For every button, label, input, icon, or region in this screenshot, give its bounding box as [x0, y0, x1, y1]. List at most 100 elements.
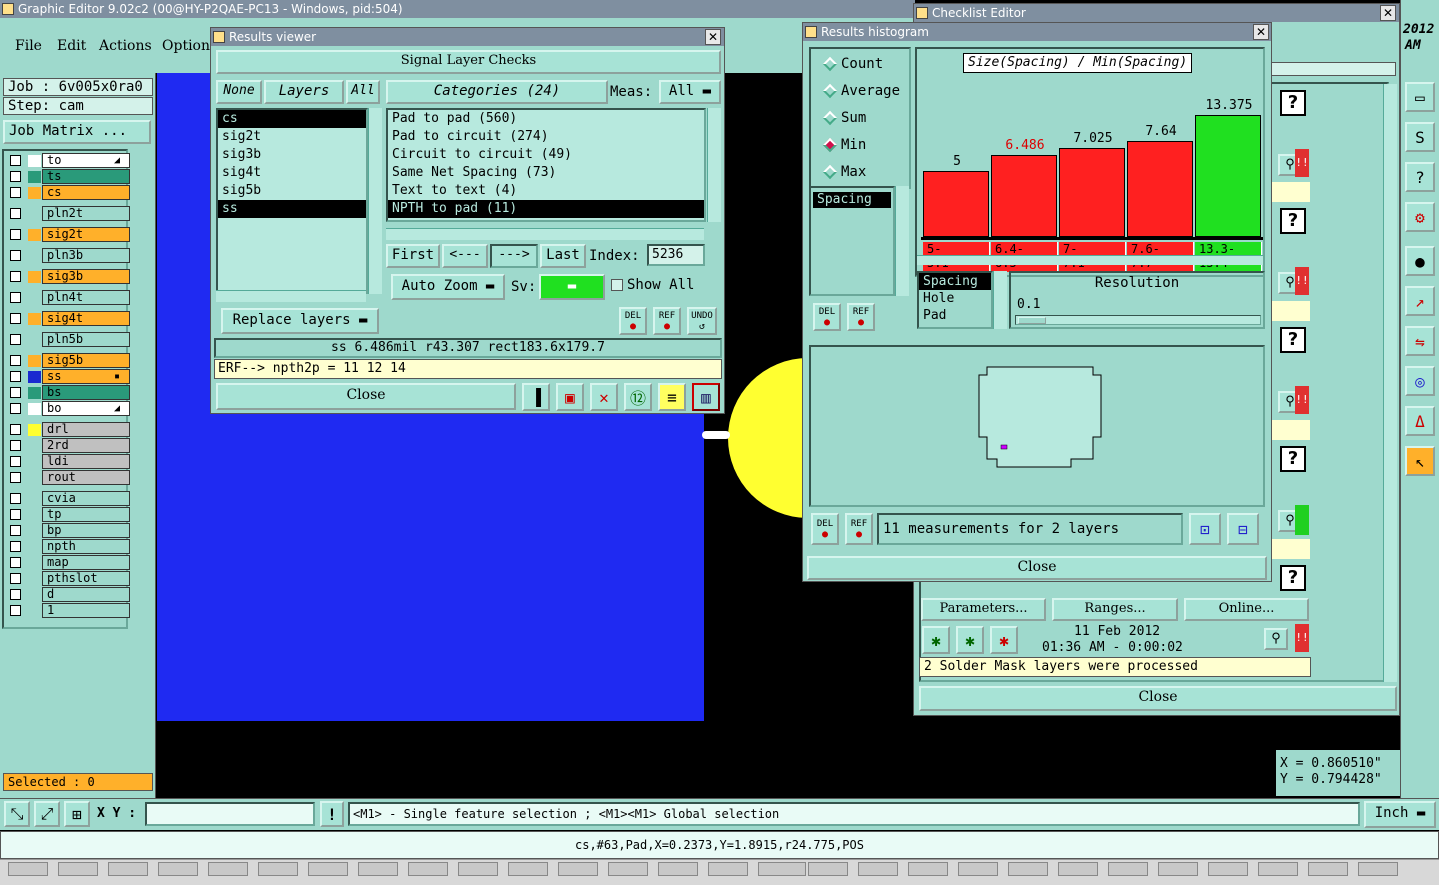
- taskbar-item[interactable]: [258, 862, 298, 876]
- last-button[interactable]: Last: [540, 244, 586, 268]
- layer-row-pln2t[interactable]: pln2t: [8, 206, 130, 221]
- category-list-item[interactable]: Pad to circuit (274): [388, 128, 704, 146]
- layer-checkbox[interactable]: [10, 208, 21, 219]
- pad-icon[interactable]: ●: [1405, 246, 1435, 276]
- filter-icon[interactable]: ⚙: [1405, 202, 1435, 232]
- layer-row-tp[interactable]: tp: [8, 507, 130, 522]
- zoom-out-icon[interactable]: ⤢: [34, 801, 60, 827]
- taskbar-item[interactable]: [58, 862, 98, 876]
- category-list-item[interactable]: Text to text (4): [388, 182, 704, 200]
- menu-file[interactable]: File: [15, 38, 42, 54]
- layer-name[interactable]: rout: [42, 470, 130, 485]
- taskbar-item[interactable]: [658, 862, 698, 876]
- checklist-alert-icon[interactable]: !!: [1295, 624, 1309, 652]
- taskbar-item[interactable]: [1058, 862, 1098, 876]
- layer-checkbox[interactable]: [10, 605, 21, 616]
- layer-row-sig2t[interactable]: sig2t: [8, 227, 130, 242]
- layers-list-item[interactable]: sig4t: [218, 164, 366, 182]
- layer-checkbox[interactable]: [10, 292, 21, 303]
- layer-checkbox[interactable]: [10, 456, 21, 467]
- layer-name[interactable]: bp: [42, 523, 130, 538]
- layer-checkbox[interactable]: [10, 171, 21, 182]
- layer-row-bs[interactable]: bs: [8, 385, 130, 400]
- ref-off-icon[interactable]: ✕: [590, 383, 618, 411]
- taskbar-item[interactable]: [358, 862, 398, 876]
- resolution-slider[interactable]: [1015, 315, 1261, 325]
- zoom-to-feature-icon[interactable]: ⊡: [1189, 513, 1221, 545]
- results-viewer-close-x[interactable]: ✕: [705, 29, 721, 45]
- taskbar-item[interactable]: [508, 862, 548, 876]
- layer-checkbox[interactable]: [10, 334, 21, 345]
- radio-count[interactable]: Count: [817, 53, 909, 75]
- hist-bottom-del-icon[interactable]: DEL ●: [811, 513, 839, 545]
- zoom-box-icon[interactable]: ⤡: [4, 801, 30, 827]
- taskbar-item[interactable]: [808, 862, 848, 876]
- histogram-icon[interactable]: ▥: [692, 383, 720, 411]
- layer-checkbox[interactable]: [10, 573, 21, 584]
- show-all-checkbox[interactable]: [611, 279, 623, 291]
- auto-zoom-select[interactable]: Auto Zoom ▬: [391, 274, 505, 300]
- radio-sum[interactable]: Sum: [817, 107, 909, 129]
- hist-ref-icon[interactable]: REF ●: [847, 303, 875, 331]
- layer-row-pthslot[interactable]: pthslot: [8, 571, 130, 586]
- layer-checkbox[interactable]: [10, 271, 21, 282]
- layer-name[interactable]: tp: [42, 507, 130, 522]
- categories-tab[interactable]: Categories (24): [386, 80, 608, 104]
- layer-checkbox[interactable]: [10, 440, 21, 451]
- taskbar-item[interactable]: [958, 862, 998, 876]
- layer-row-pln5b[interactable]: pln5b: [8, 332, 130, 347]
- layer-row-d[interactable]: d: [8, 587, 130, 602]
- taskbar-item[interactable]: [1308, 862, 1348, 876]
- layer-view-icon[interactable]: ▐: [522, 383, 550, 411]
- taskbar-item[interactable]: [1358, 862, 1398, 876]
- layer-checkbox[interactable]: [10, 493, 21, 504]
- layer-row-cvia[interactable]: cvia: [8, 491, 130, 506]
- layers-list-item[interactable]: cs: [218, 110, 366, 128]
- menu-actions[interactable]: Actions: [99, 38, 152, 54]
- layer-name[interactable]: npth: [42, 539, 130, 554]
- layer-row-to[interactable]: to ◢: [8, 153, 130, 168]
- histogram-scrollbar-h[interactable]: [917, 255, 1263, 265]
- layer-name[interactable]: pln5b: [42, 332, 130, 347]
- view-icon[interactable]: ▭: [1405, 82, 1435, 112]
- taskbar-item[interactable]: [208, 862, 248, 876]
- layer-name[interactable]: pln3b: [42, 248, 130, 263]
- histogram-bar[interactable]: [1127, 141, 1193, 237]
- layers-listbox[interactable]: cs sig2t sig3b sig4t sig5b ss: [216, 108, 368, 294]
- route-icon[interactable]: ↗: [1405, 286, 1435, 316]
- layer-checkbox[interactable]: [10, 229, 21, 240]
- type-list-item[interactable]: Pad: [919, 307, 991, 324]
- category-list-item[interactable]: Circuit to circuit (49): [388, 146, 704, 164]
- none-button[interactable]: None: [216, 80, 262, 104]
- taskbar-item[interactable]: [1108, 862, 1148, 876]
- category-list-item[interactable]: NPTH to pad (11): [388, 200, 704, 218]
- sv-color-select[interactable]: ▬: [539, 274, 605, 300]
- layer-row-pln3b[interactable]: pln3b: [8, 248, 130, 263]
- layer-row-ts[interactable]: ts: [8, 169, 130, 184]
- layer-name[interactable]: 2rd: [42, 438, 130, 453]
- layer-checkbox[interactable]: [10, 387, 21, 398]
- run-check-icon[interactable]: ✱: [922, 626, 950, 654]
- check-help-icon[interactable]: ?: [1280, 90, 1306, 116]
- layer-name[interactable]: ts: [42, 169, 130, 184]
- layer-checkbox[interactable]: [10, 187, 21, 198]
- radio-min[interactable]: Min: [817, 134, 909, 156]
- run-all-icon[interactable]: ✱: [956, 626, 984, 654]
- layer-name[interactable]: cvia: [42, 491, 130, 506]
- layer-row-ldi[interactable]: ldi: [8, 454, 130, 469]
- layer-row-rout[interactable]: rout: [8, 470, 130, 485]
- layer-checkbox[interactable]: [10, 250, 21, 261]
- categories-scrollbar-v[interactable]: [707, 108, 721, 222]
- shape-icon[interactable]: S: [1405, 122, 1435, 152]
- taskbar-item[interactable]: [558, 862, 598, 876]
- xy-input[interactable]: [145, 802, 315, 826]
- layer-checkbox[interactable]: [10, 313, 21, 324]
- results-viewer-close-button[interactable]: Close: [216, 383, 516, 410]
- layer-row-bo[interactable]: bo ◢: [8, 401, 130, 416]
- layer-name[interactable]: map: [42, 555, 130, 570]
- layer-name[interactable]: ldi: [42, 454, 130, 469]
- check-help-icon[interactable]: ?: [1280, 565, 1306, 591]
- checklist-zoom-icon[interactable]: ⚲: [1264, 628, 1288, 650]
- check-help-icon[interactable]: ?: [1280, 327, 1306, 353]
- type-list-item[interactable]: Spacing: [919, 273, 991, 290]
